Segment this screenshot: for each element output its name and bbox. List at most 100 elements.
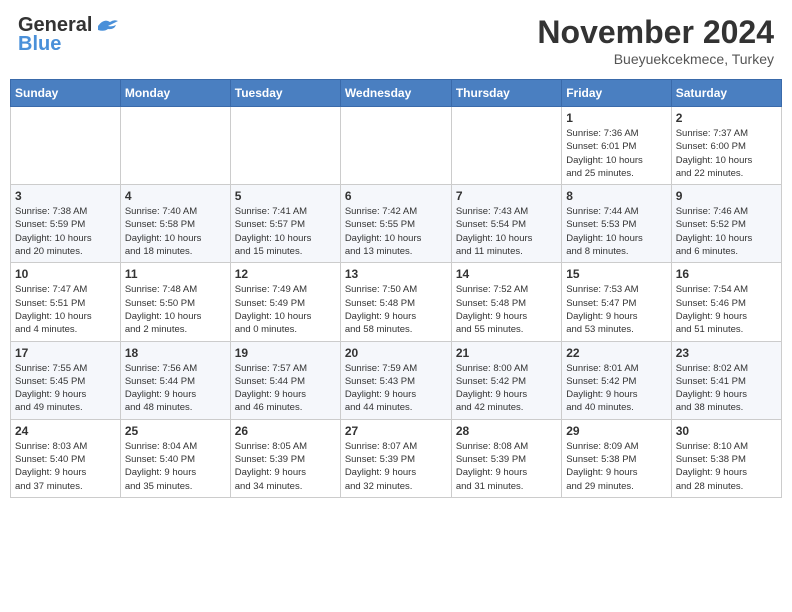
day-number: 23 bbox=[676, 346, 777, 360]
day-number: 15 bbox=[566, 267, 666, 281]
weekday-header: Sunday bbox=[11, 80, 121, 107]
day-info: Sunrise: 8:01 AM Sunset: 5:42 PM Dayligh… bbox=[566, 362, 666, 415]
calendar-cell bbox=[230, 107, 340, 185]
day-info: Sunrise: 7:44 AM Sunset: 5:53 PM Dayligh… bbox=[566, 205, 666, 258]
calendar-cell: 30 Sunrise: 8:10 AM Sunset: 5:38 PM Dayli… bbox=[671, 419, 781, 497]
day-number: 4 bbox=[125, 189, 226, 203]
day-info: Sunrise: 7:37 AM Sunset: 6:00 PM Dayligh… bbox=[676, 127, 777, 180]
day-info: Sunrise: 7:59 AM Sunset: 5:43 PM Dayligh… bbox=[345, 362, 447, 415]
day-number: 3 bbox=[15, 189, 116, 203]
weekday-header: Wednesday bbox=[340, 80, 451, 107]
day-info: Sunrise: 7:53 AM Sunset: 5:47 PM Dayligh… bbox=[566, 283, 666, 336]
day-number: 14 bbox=[456, 267, 557, 281]
calendar-cell: 16 Sunrise: 7:54 AM Sunset: 5:46 PM Dayli… bbox=[671, 263, 781, 341]
day-number: 13 bbox=[345, 267, 447, 281]
day-number: 21 bbox=[456, 346, 557, 360]
day-number: 22 bbox=[566, 346, 666, 360]
calendar-cell: 8 Sunrise: 7:44 AM Sunset: 5:53 PM Daylig… bbox=[562, 185, 671, 263]
calendar-cell: 27 Sunrise: 8:07 AM Sunset: 5:39 PM Dayli… bbox=[340, 419, 451, 497]
day-info: Sunrise: 7:50 AM Sunset: 5:48 PM Dayligh… bbox=[345, 283, 447, 336]
logo-bird-icon bbox=[96, 18, 118, 34]
day-number: 17 bbox=[15, 346, 116, 360]
calendar-cell: 26 Sunrise: 8:05 AM Sunset: 5:39 PM Dayli… bbox=[230, 419, 340, 497]
day-number: 1 bbox=[566, 111, 666, 125]
page-header: General Blue November 2024 Bueyuekcekmec… bbox=[10, 10, 782, 71]
day-number: 5 bbox=[235, 189, 336, 203]
calendar-cell: 13 Sunrise: 7:50 AM Sunset: 5:48 PM Dayli… bbox=[340, 263, 451, 341]
location-subtitle: Bueyuekcekmece, Turkey bbox=[537, 51, 774, 67]
calendar-table: SundayMondayTuesdayWednesdayThursdayFrid… bbox=[10, 79, 782, 498]
day-number: 12 bbox=[235, 267, 336, 281]
calendar-week-row: 3 Sunrise: 7:38 AM Sunset: 5:59 PM Daylig… bbox=[11, 185, 782, 263]
calendar-cell: 15 Sunrise: 7:53 AM Sunset: 5:47 PM Dayli… bbox=[562, 263, 671, 341]
day-info: Sunrise: 7:56 AM Sunset: 5:44 PM Dayligh… bbox=[125, 362, 226, 415]
calendar-cell: 11Sunrise: 7:48 AM Sunset: 5:50 PM Dayli… bbox=[120, 263, 230, 341]
weekday-header: Tuesday bbox=[230, 80, 340, 107]
day-info: Sunrise: 8:07 AM Sunset: 5:39 PM Dayligh… bbox=[345, 440, 447, 493]
day-info: Sunrise: 7:42 AM Sunset: 5:55 PM Dayligh… bbox=[345, 205, 447, 258]
day-number: 30 bbox=[676, 424, 777, 438]
day-info: Sunrise: 7:38 AM Sunset: 5:59 PM Dayligh… bbox=[15, 205, 116, 258]
weekday-header: Saturday bbox=[671, 80, 781, 107]
calendar-cell: 23Sunrise: 8:02 AM Sunset: 5:41 PM Dayli… bbox=[671, 341, 781, 419]
calendar-header-row: SundayMondayTuesdayWednesdayThursdayFrid… bbox=[11, 80, 782, 107]
day-number: 19 bbox=[235, 346, 336, 360]
calendar-cell: 28Sunrise: 8:08 AM Sunset: 5:39 PM Dayli… bbox=[451, 419, 561, 497]
calendar-cell: 10 Sunrise: 7:47 AM Sunset: 5:51 PM Dayli… bbox=[11, 263, 121, 341]
day-number: 10 bbox=[15, 267, 116, 281]
logo: General Blue bbox=[18, 14, 118, 56]
day-info: Sunrise: 7:47 AM Sunset: 5:51 PM Dayligh… bbox=[15, 283, 116, 336]
weekday-header: Monday bbox=[120, 80, 230, 107]
day-number: 29 bbox=[566, 424, 666, 438]
day-info: Sunrise: 7:46 AM Sunset: 5:52 PM Dayligh… bbox=[676, 205, 777, 258]
calendar-week-row: 10 Sunrise: 7:47 AM Sunset: 5:51 PM Dayli… bbox=[11, 263, 782, 341]
day-number: 24 bbox=[15, 424, 116, 438]
weekday-header: Friday bbox=[562, 80, 671, 107]
calendar-cell: 24Sunrise: 8:03 AM Sunset: 5:40 PM Dayli… bbox=[11, 419, 121, 497]
calendar-cell: 1Sunrise: 7:36 AM Sunset: 6:01 PM Daylig… bbox=[562, 107, 671, 185]
calendar-week-row: 1Sunrise: 7:36 AM Sunset: 6:01 PM Daylig… bbox=[11, 107, 782, 185]
calendar-week-row: 17 Sunrise: 7:55 AM Sunset: 5:45 PM Dayli… bbox=[11, 341, 782, 419]
day-info: Sunrise: 8:05 AM Sunset: 5:39 PM Dayligh… bbox=[235, 440, 336, 493]
day-info: Sunrise: 8:04 AM Sunset: 5:40 PM Dayligh… bbox=[125, 440, 226, 493]
day-number: 25 bbox=[125, 424, 226, 438]
calendar-cell: 2 Sunrise: 7:37 AM Sunset: 6:00 PM Daylig… bbox=[671, 107, 781, 185]
day-number: 7 bbox=[456, 189, 557, 203]
day-number: 26 bbox=[235, 424, 336, 438]
logo-blue: Blue bbox=[18, 33, 61, 56]
day-info: Sunrise: 7:49 AM Sunset: 5:49 PM Dayligh… bbox=[235, 283, 336, 336]
calendar-cell: 4 Sunrise: 7:40 AM Sunset: 5:58 PM Daylig… bbox=[120, 185, 230, 263]
calendar-cell: 17 Sunrise: 7:55 AM Sunset: 5:45 PM Dayli… bbox=[11, 341, 121, 419]
calendar-cell: 7 Sunrise: 7:43 AM Sunset: 5:54 PM Daylig… bbox=[451, 185, 561, 263]
day-info: Sunrise: 8:00 AM Sunset: 5:42 PM Dayligh… bbox=[456, 362, 557, 415]
calendar-cell: 14 Sunrise: 7:52 AM Sunset: 5:48 PM Dayli… bbox=[451, 263, 561, 341]
calendar-cell: 20 Sunrise: 7:59 AM Sunset: 5:43 PM Dayli… bbox=[340, 341, 451, 419]
calendar-cell: 5 Sunrise: 7:41 AM Sunset: 5:57 PM Daylig… bbox=[230, 185, 340, 263]
day-info: Sunrise: 7:40 AM Sunset: 5:58 PM Dayligh… bbox=[125, 205, 226, 258]
calendar-week-row: 24Sunrise: 8:03 AM Sunset: 5:40 PM Dayli… bbox=[11, 419, 782, 497]
day-info: Sunrise: 7:54 AM Sunset: 5:46 PM Dayligh… bbox=[676, 283, 777, 336]
month-title: November 2024 bbox=[537, 14, 774, 51]
calendar-cell: 9Sunrise: 7:46 AM Sunset: 5:52 PM Daylig… bbox=[671, 185, 781, 263]
day-info: Sunrise: 8:09 AM Sunset: 5:38 PM Dayligh… bbox=[566, 440, 666, 493]
day-info: Sunrise: 8:10 AM Sunset: 5:38 PM Dayligh… bbox=[676, 440, 777, 493]
day-info: Sunrise: 7:41 AM Sunset: 5:57 PM Dayligh… bbox=[235, 205, 336, 258]
calendar-cell: 6Sunrise: 7:42 AM Sunset: 5:55 PM Daylig… bbox=[340, 185, 451, 263]
day-number: 28 bbox=[456, 424, 557, 438]
calendar-cell bbox=[11, 107, 121, 185]
day-number: 16 bbox=[676, 267, 777, 281]
weekday-header: Thursday bbox=[451, 80, 561, 107]
day-number: 27 bbox=[345, 424, 447, 438]
calendar-cell: 3 Sunrise: 7:38 AM Sunset: 5:59 PM Daylig… bbox=[11, 185, 121, 263]
day-info: Sunrise: 7:52 AM Sunset: 5:48 PM Dayligh… bbox=[456, 283, 557, 336]
calendar-cell bbox=[451, 107, 561, 185]
day-info: Sunrise: 7:55 AM Sunset: 5:45 PM Dayligh… bbox=[15, 362, 116, 415]
day-info: Sunrise: 7:43 AM Sunset: 5:54 PM Dayligh… bbox=[456, 205, 557, 258]
day-number: 2 bbox=[676, 111, 777, 125]
calendar-cell: 21 Sunrise: 8:00 AM Sunset: 5:42 PM Dayli… bbox=[451, 341, 561, 419]
title-block: November 2024 Bueyuekcekmece, Turkey bbox=[537, 14, 774, 67]
day-number: 8 bbox=[566, 189, 666, 203]
calendar-cell: 12 Sunrise: 7:49 AM Sunset: 5:49 PM Dayli… bbox=[230, 263, 340, 341]
calendar-cell: 19Sunrise: 7:57 AM Sunset: 5:44 PM Dayli… bbox=[230, 341, 340, 419]
day-number: 20 bbox=[345, 346, 447, 360]
